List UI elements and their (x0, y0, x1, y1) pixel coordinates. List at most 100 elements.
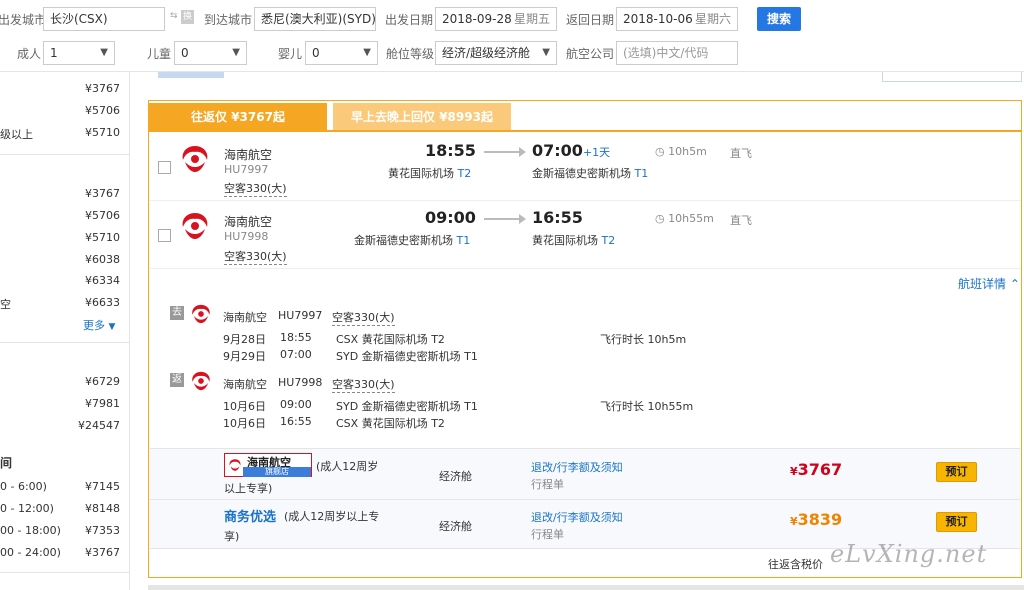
filter-row[interactable]: 0 - 6:00) ¥7145 (0, 480, 124, 500)
filter-price: ¥3767 (85, 187, 120, 200)
filter-row[interactable]: 空 ¥6633 (0, 296, 124, 316)
offer-price: ¥3839 (790, 510, 843, 529)
filter-row[interactable]: ¥7981 (0, 397, 124, 417)
arr-time: 16:55 (532, 208, 583, 227)
arr-time: 07:00+1天 (532, 141, 611, 160)
offer-rules-link[interactable]: 退改/行李额及须知 (531, 459, 623, 475)
aircraft-type[interactable]: 空客330(大) (224, 180, 287, 197)
filter-row[interactable]: 00 - 18:00) ¥7353 (0, 524, 124, 544)
cabin-value: 经济/超级经济舱 (442, 46, 531, 60)
return-date-input[interactable]: 2018-10-06 星期六 (616, 7, 738, 31)
depart-city-label: 出发城市 (0, 13, 47, 27)
more-link[interactable]: 更多 ▼ (83, 317, 115, 333)
arr-airport: 金斯福德史密斯机场 T1 (532, 167, 649, 180)
vendor-name[interactable]: 商务优选 (224, 506, 276, 525)
direct-flight: 直飞 (730, 214, 752, 227)
detail-aircraft[interactable]: 空客330(大) (332, 376, 395, 393)
filter-panel: ¥3767 ¥5706 级以上 ¥5710 ¥3767 ¥5706 ¥5710 ¥… (0, 72, 130, 590)
book-button[interactable]: 预订 (936, 462, 977, 482)
airline-placeholder: (选填)中文/代码 (623, 46, 709, 60)
inbound-checkbox[interactable] (158, 229, 171, 242)
search-button[interactable]: 搜索 (757, 7, 801, 31)
cabin-select[interactable]: 经济/超级经济舱 ▼ (435, 41, 557, 65)
detail-airport: SYD 金斯福德史密斯机场 T1 (336, 350, 478, 363)
arrow-right-icon (484, 214, 526, 224)
tab-morning-evening[interactable]: 早上去晚上回仅 ¥8993起 (333, 103, 511, 131)
infant-value: 0 (312, 46, 320, 60)
back-badge: 返 (170, 373, 184, 387)
divider (150, 268, 1020, 269)
duration: ◷ 10h55m (655, 212, 714, 225)
arrive-city-input[interactable]: 悉尼(澳大利亚)(SYD) (254, 7, 376, 31)
watermark: eLvXing.net (830, 540, 988, 568)
swap-icon[interactable]: ⇆ (170, 11, 178, 21)
child-select[interactable]: 0 ▼ (174, 41, 247, 65)
arrive-city-value: 悉尼(澳大利亚)(SYD) (261, 12, 376, 26)
detail-flight-no: HU7997 (278, 309, 323, 322)
depart-date-label: 出发日期 (385, 13, 434, 27)
filter-row[interactable]: ¥5706 (0, 209, 124, 229)
direct-flight: 直飞 (730, 147, 752, 160)
divider (0, 154, 130, 155)
filter-row[interactable]: ¥3767 (0, 82, 124, 102)
detail-date: 10月6日 (223, 400, 266, 413)
filter-row[interactable]: ¥24547 (0, 419, 124, 439)
arr-airport: 黄花国际机场 T2 (532, 234, 616, 247)
flight-number: HU7997 (224, 163, 269, 176)
depart-city-input[interactable]: 长沙(CSX) (43, 7, 165, 31)
depart-date-input[interactable]: 2018-09-28 星期五 (435, 7, 557, 31)
filter-row[interactable]: ¥5706 (0, 104, 124, 124)
hainan-airlines-logo-icon (182, 146, 208, 172)
depart-city-value: 长沙(CSX) (50, 12, 108, 26)
detail-airline: 海南航空 (223, 311, 267, 324)
airline-input[interactable]: (选填)中文/代码 (616, 41, 738, 65)
filter-row[interactable]: ¥5710 (0, 231, 124, 251)
filter-price: ¥5706 (85, 104, 120, 117)
tax-note: 往返含税价 (768, 558, 823, 571)
detail-date: 9月28日 (223, 333, 266, 346)
airline-label: 航空公司 (566, 47, 615, 61)
filter-row[interactable]: 00 - 24:00) ¥3767 (0, 546, 124, 566)
chevron-down-icon: ▼ (108, 322, 116, 332)
next-day-badge: +1天 (582, 146, 611, 159)
filter-price: ¥7145 (85, 480, 120, 493)
detail-time: 18:55 (280, 331, 312, 344)
outbound-checkbox[interactable] (158, 161, 171, 174)
swap-button[interactable]: 换 (181, 10, 194, 24)
filter-price: ¥8148 (85, 502, 120, 515)
filter-row[interactable]: ¥6334 (0, 274, 124, 294)
flight-details-toggle[interactable]: 航班详情 ⌃ (958, 275, 1020, 292)
detail-date: 10月6日 (223, 417, 266, 430)
detail-time: 16:55 (280, 415, 312, 428)
hainan-airlines-logo-icon (229, 459, 241, 471)
chevron-down-icon: ▼ (232, 47, 240, 58)
filter-row[interactable]: ¥6038 (0, 253, 124, 273)
tab-roundtrip[interactable]: 往返仅 ¥3767起 (149, 103, 327, 131)
detail-airport: CSX 黄花国际机场 T2 (336, 417, 445, 430)
infant-select[interactable]: 0 ▼ (305, 41, 378, 65)
vendor-badge: 旗舰店 (243, 467, 311, 477)
detail-airline: 海南航空 (223, 378, 267, 391)
filter-price: ¥6334 (85, 274, 120, 287)
filter-row[interactable]: ¥6729 (0, 375, 124, 395)
clock-icon: ◷ (655, 212, 665, 225)
adult-select[interactable]: 1 ▼ (43, 41, 115, 65)
airline-name: 海南航空 (224, 215, 273, 229)
filter-row[interactable]: 0 - 12:00) ¥8148 (0, 502, 124, 522)
arrive-city-label: 到达城市 (204, 13, 253, 27)
hainan-flagship-store-logo[interactable]: 海南航空 旗舰店 (224, 453, 312, 477)
filter-row[interactable]: 级以上 ¥5710 (0, 126, 124, 146)
filter-price: ¥6633 (85, 296, 120, 309)
aircraft-type[interactable]: 空客330(大) (224, 248, 287, 265)
book-button[interactable]: 预订 (936, 512, 977, 532)
filter-row[interactable]: ¥3767 (0, 187, 124, 207)
divider (150, 499, 1020, 500)
dep-time: 09:00 (425, 208, 476, 227)
filter-price: ¥5710 (85, 231, 120, 244)
arrow-right-icon (484, 147, 526, 157)
filter-price: ¥24547 (78, 419, 120, 432)
offer-rules-link[interactable]: 退改/行李额及须知 (531, 509, 623, 525)
detail-duration: 飞行时长 10h55m (600, 400, 694, 413)
detail-aircraft[interactable]: 空客330(大) (332, 309, 395, 326)
scroll-strip (158, 72, 224, 78)
